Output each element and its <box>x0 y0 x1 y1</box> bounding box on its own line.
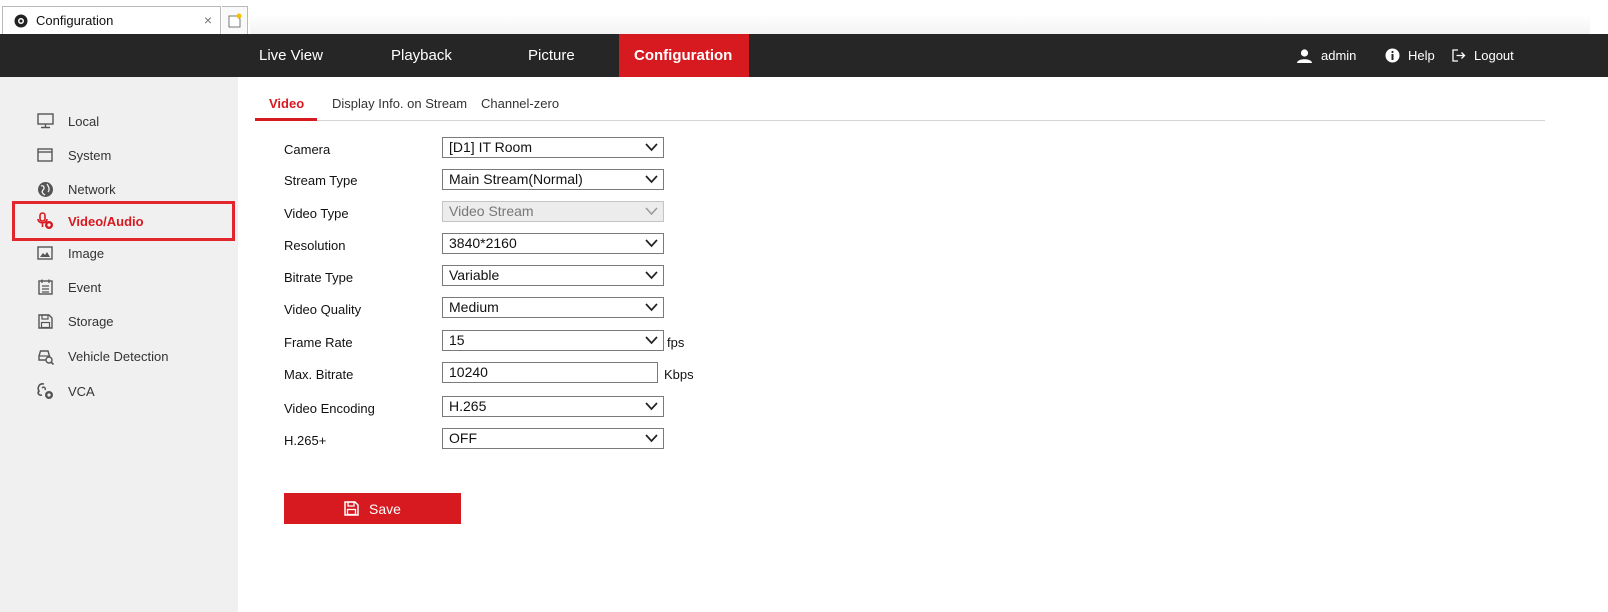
active-tab-underline <box>255 118 317 121</box>
logout-icon <box>1452 49 1466 62</box>
sidebar-item-local[interactable]: Local <box>0 104 238 138</box>
chevron-down-icon <box>645 336 658 345</box>
browser-tabstrip: Configuration × <box>0 0 1608 34</box>
bitrate-type-select[interactable]: Variable <box>442 265 664 286</box>
resolution-label: Resolution <box>284 238 346 253</box>
video-type-label: Video Type <box>284 206 349 221</box>
video-encoding-label: Video Encoding <box>284 401 375 416</box>
monitor-icon <box>36 112 54 130</box>
sidebar-item-vca[interactable]: VCA <box>0 374 238 408</box>
nav-live-view[interactable]: Live View <box>257 34 325 77</box>
video-quality-select[interactable]: Medium <box>442 297 664 318</box>
calendar-icon <box>36 278 54 296</box>
frame-rate-select[interactable]: 15 <box>442 330 664 351</box>
chevron-down-icon <box>645 143 658 152</box>
top-navbar: Live View Playback Picture Configuration… <box>0 34 1608 77</box>
nav-playback[interactable]: Playback <box>389 34 454 77</box>
tab-channel-zero[interactable]: Channel-zero <box>481 96 559 111</box>
sidebar-item-label: Image <box>68 245 105 261</box>
video-encoding-value: H.265 <box>449 398 487 414</box>
subtab-bar: Video Display Info. on Stream Channel-ze… <box>255 92 1545 121</box>
floppy-icon <box>344 501 359 516</box>
chevron-down-icon <box>645 434 658 443</box>
user-icon <box>1297 48 1312 63</box>
frame-rate-label: Frame Rate <box>284 335 353 350</box>
video-quality-value: Medium <box>449 299 499 315</box>
sidebar-item-label: VCA <box>68 383 95 399</box>
chevron-down-icon <box>645 402 658 411</box>
max-bitrate-input[interactable]: 10240 <box>442 362 658 383</box>
vca-icon <box>36 382 54 400</box>
tabstrip-background <box>250 14 1590 34</box>
sidebar-item-label: System <box>68 147 112 163</box>
tab-video[interactable]: Video <box>269 96 304 111</box>
help-label: Help <box>1408 48 1435 63</box>
sidebar-item-system[interactable]: System <box>0 138 238 172</box>
bitrate-type-value: Variable <box>449 267 500 283</box>
bitrate-type-label: Bitrate Type <box>284 270 354 285</box>
tab-display-info-on-stream[interactable]: Display Info. on Stream <box>332 96 467 111</box>
sidebar-item-vehicle-detection[interactable]: Vehicle Detection <box>0 339 238 373</box>
floppy-icon <box>36 312 54 330</box>
window-icon <box>36 146 54 164</box>
nav-picture[interactable]: Picture <box>526 34 577 77</box>
close-tab-icon[interactable]: × <box>204 12 212 28</box>
info-icon <box>1385 48 1400 63</box>
sidebar-item-storage[interactable]: Storage <box>0 304 238 338</box>
video-encoding-select[interactable]: H.265 <box>442 396 664 417</box>
video-type-select: Video Stream <box>442 201 664 222</box>
frame-rate-unit: fps <box>667 335 685 350</box>
sidebar-item-label: Local <box>68 113 100 129</box>
stream-type-value: Main Stream(Normal) <box>449 171 583 187</box>
browser-tab-title: Configuration <box>36 13 114 28</box>
save-button[interactable]: Save <box>284 493 461 524</box>
logout-label: Logout <box>1474 48 1514 63</box>
chevron-down-icon <box>645 303 658 312</box>
chevron-down-icon <box>645 271 658 280</box>
stream-type-label: Stream Type <box>284 173 358 188</box>
image-icon <box>36 244 54 262</box>
nav-configuration[interactable]: Configuration <box>619 34 749 77</box>
max-bitrate-unit: Kbps <box>664 367 694 382</box>
chevron-down-icon <box>645 175 658 184</box>
video-type-value: Video Stream <box>449 203 534 219</box>
h265plus-label: H.265+ <box>284 433 327 448</box>
sidebar-item-label: Vehicle Detection <box>68 348 169 364</box>
username-label: admin <box>1321 48 1357 63</box>
sidebar-item-label: Network <box>68 181 116 197</box>
camera-value: [D1] IT Room <box>449 139 532 155</box>
globe-icon <box>36 180 54 198</box>
camera-favicon-icon <box>14 14 28 28</box>
chevron-down-icon <box>645 207 658 216</box>
help-link[interactable]: Help <box>1385 34 1435 77</box>
save-button-label: Save <box>369 500 401 517</box>
sidebar-item-label: Storage <box>68 313 114 329</box>
browser-tab[interactable]: Configuration × <box>2 6 221 34</box>
sidebar-item-event[interactable]: Event <box>0 270 238 304</box>
resolution-value: 3840*2160 <box>449 235 517 251</box>
h265plus-select[interactable]: OFF <box>442 428 664 449</box>
car-search-icon <box>36 347 54 365</box>
new-tab-button[interactable] <box>222 6 248 34</box>
sidebar: Local System Network Video/Audio Image E… <box>0 77 238 612</box>
frame-rate-value: 15 <box>449 332 465 348</box>
resolution-select[interactable]: 3840*2160 <box>442 233 664 254</box>
h265plus-value: OFF <box>449 430 477 446</box>
selection-highlight-box <box>12 201 235 241</box>
camera-select[interactable]: [D1] IT Room <box>442 137 664 158</box>
logout-link[interactable]: Logout <box>1452 34 1514 77</box>
camera-label: Camera <box>284 142 331 157</box>
new-tab-icon <box>228 13 241 28</box>
chevron-down-icon <box>645 239 658 248</box>
user-menu[interactable]: admin <box>1296 34 1356 77</box>
stream-type-select[interactable]: Main Stream(Normal) <box>442 169 664 190</box>
max-bitrate-label: Max. Bitrate <box>284 367 354 382</box>
sidebar-item-label: Event <box>68 279 102 295</box>
sidebar-item-image[interactable]: Image <box>0 236 238 270</box>
video-quality-label: Video Quality <box>284 302 362 317</box>
